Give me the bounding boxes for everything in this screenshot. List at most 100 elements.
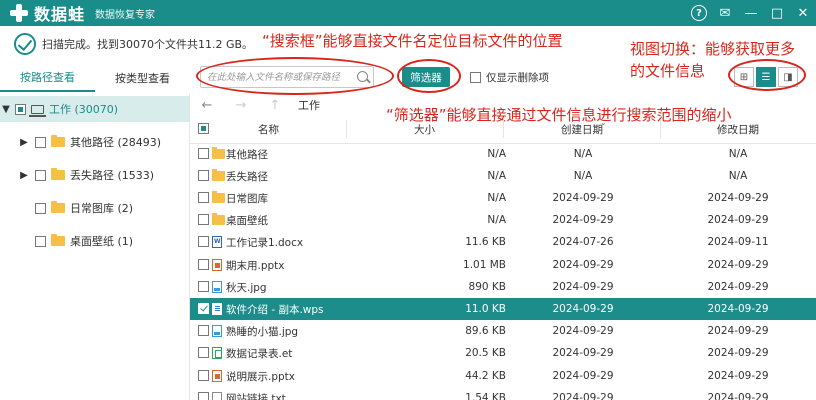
table-row[interactable]: 期末用.pptx 1.01 MB 2024-09-29 2024-09-29 (190, 254, 816, 276)
column-modified[interactable]: 修改日期 (717, 116, 759, 143)
tree-checkbox[interactable] (35, 202, 46, 214)
column-name[interactable]: 名称 (258, 116, 279, 143)
table-row[interactable]: 丢失路径 N/A N/A N/A (190, 165, 816, 187)
tree-item-label: 工作 (30070) (49, 103, 119, 116)
file-name: 秋天.jpg (226, 281, 267, 294)
image-file-icon (212, 325, 222, 337)
up-arrow-icon[interactable]: ↑ (258, 98, 292, 113)
row-checkbox[interactable] (198, 303, 209, 314)
file-size: 89.6 KB (465, 325, 506, 337)
feedback-button[interactable]: ✉ (712, 0, 738, 26)
row-checkbox[interactable] (198, 148, 209, 159)
row-checkbox[interactable] (198, 281, 209, 292)
annotation-view-line1: 视图切换：能够获取更多 (630, 40, 796, 58)
filter-highlight-ring (397, 59, 461, 93)
tree-item-daily-gallery[interactable]: 日常图库 (2) (0, 195, 190, 221)
file-size: 1.54 KB (465, 392, 506, 400)
show-deleted-checkbox[interactable] (470, 72, 481, 83)
tree-checkbox[interactable] (35, 169, 46, 181)
wps-file-icon (212, 303, 222, 315)
tab-by-type[interactable]: 按类型查看 (95, 64, 190, 92)
minimize-icon: — (744, 5, 758, 21)
pptx-file-icon (212, 370, 222, 382)
tree-item-other-path[interactable]: ▶ 其他路径 (28493) (0, 129, 190, 155)
file-size: 1.01 MB (463, 259, 506, 271)
file-name: 网站链接.txt (226, 392, 286, 400)
show-deleted-only[interactable]: 仅显示删除项 (470, 70, 549, 85)
file-modified: 2024-09-29 (707, 281, 769, 293)
docx-file-icon (212, 236, 222, 248)
tab-by-path[interactable]: 按路径查看 (0, 64, 95, 92)
file-modified: N/A (728, 170, 748, 182)
row-checkbox[interactable] (198, 236, 209, 247)
table-row[interactable]: 工作记录1.docx 11.6 KB 2024-07-26 2024-09-11 (190, 231, 816, 253)
forward-arrow-icon[interactable]: → (224, 98, 258, 113)
file-modified: 2024-09-29 (707, 192, 769, 204)
minimize-button[interactable]: — (738, 0, 764, 26)
file-modified: 2024-09-29 (707, 214, 769, 226)
scan-status-text: 扫描完成。找到30070个文件共11.2 GB。 (42, 38, 254, 51)
help-button[interactable]: ? (686, 0, 712, 26)
row-checkbox[interactable] (198, 325, 209, 336)
logo-cross-icon (8, 2, 30, 24)
file-size: N/A (487, 192, 506, 204)
file-modified: 2024-09-29 (707, 370, 769, 382)
file-created: 2024-09-29 (552, 214, 614, 226)
select-all-checkbox[interactable] (198, 123, 209, 134)
column-divider[interactable] (346, 120, 347, 138)
row-checkbox[interactable] (198, 347, 209, 358)
tree-item-wallpaper[interactable]: 桌面壁纸 (1) (0, 228, 190, 254)
file-created: 2024-09-29 (552, 347, 614, 359)
chevron-down-icon[interactable]: ▼ (0, 104, 12, 115)
table-row[interactable]: 数据记录表.et 20.5 KB 2024-09-29 2024-09-29 (190, 342, 816, 364)
maximize-icon: □ (770, 5, 784, 21)
row-checkbox[interactable] (198, 214, 209, 225)
file-created: 2024-09-29 (552, 370, 614, 382)
column-divider[interactable] (660, 120, 661, 138)
app-logo: 数据蛙 (8, 1, 85, 25)
tree-checkbox[interactable] (35, 136, 46, 148)
table-row[interactable]: 说明展示.pptx 44.2 KB 2024-09-29 2024-09-29 (190, 365, 816, 387)
table-row[interactable]: 熟睡的小猫.jpg 89.6 KB 2024-09-29 2024-09-29 (190, 320, 816, 342)
tree-checkbox[interactable] (15, 103, 26, 115)
chevron-right-icon[interactable]: ▶ (18, 137, 30, 148)
column-divider[interactable] (503, 120, 504, 138)
file-name: 桌面壁纸 (226, 214, 268, 227)
file-size: N/A (487, 214, 506, 226)
file-name: 熟睡的小猫.jpg (226, 325, 299, 338)
folder-icon (51, 168, 65, 180)
maximize-button[interactable]: □ (764, 0, 790, 26)
table-row-selected[interactable]: 软件介绍 - 副本.wps 11.0 KB 2024-09-29 2024-09… (190, 298, 816, 320)
file-modified: 2024-09-29 (707, 392, 769, 400)
window-controls: ? ✉ — □ ✕ (686, 0, 816, 26)
table-row[interactable]: 其他路径 N/A N/A N/A (190, 143, 816, 165)
column-size[interactable]: 大小 (414, 116, 435, 143)
table-row[interactable]: 日常图库 N/A 2024-09-29 2024-09-29 (190, 187, 816, 209)
folder-icon (212, 169, 225, 181)
tree-item-root[interactable]: ▼ 工作 (30070) (0, 96, 190, 122)
tree-item-label: 日常图库 (2) (70, 202, 134, 215)
table-row[interactable]: 网站链接.txt 1.54 KB 2024-09-29 2024-09-29 (190, 387, 816, 400)
file-modified: N/A (728, 148, 748, 160)
file-name: 期末用.pptx (226, 259, 285, 272)
file-size: 890 KB (468, 281, 506, 293)
file-name: 软件介绍 - 副本.wps (226, 303, 324, 316)
back-arrow-icon[interactable]: ← (190, 98, 224, 113)
row-checkbox[interactable] (198, 192, 209, 203)
tree-checkbox[interactable] (35, 235, 46, 247)
row-checkbox[interactable] (198, 170, 209, 181)
close-button[interactable]: ✕ (790, 0, 816, 26)
folder-icon (51, 135, 65, 147)
row-checkbox[interactable] (198, 392, 209, 400)
chevron-right-icon[interactable]: ▶ (18, 170, 30, 181)
column-created[interactable]: 创建日期 (561, 116, 603, 143)
tree-item-label: 桌面壁纸 (1) (70, 235, 134, 248)
row-checkbox[interactable] (198, 370, 209, 381)
table-row[interactable]: 秋天.jpg 890 KB 2024-09-29 2024-09-29 (190, 276, 816, 298)
row-checkbox[interactable] (198, 259, 209, 270)
file-size: 44.2 KB (465, 370, 506, 382)
table-row[interactable]: 桌面壁纸 N/A 2024-09-29 2024-09-29 (190, 209, 816, 231)
tree-item-lost-path[interactable]: ▶ 丢失路径 (1533) (0, 162, 190, 188)
file-size: 20.5 KB (465, 347, 506, 359)
show-deleted-label: 仅显示删除项 (486, 72, 549, 84)
